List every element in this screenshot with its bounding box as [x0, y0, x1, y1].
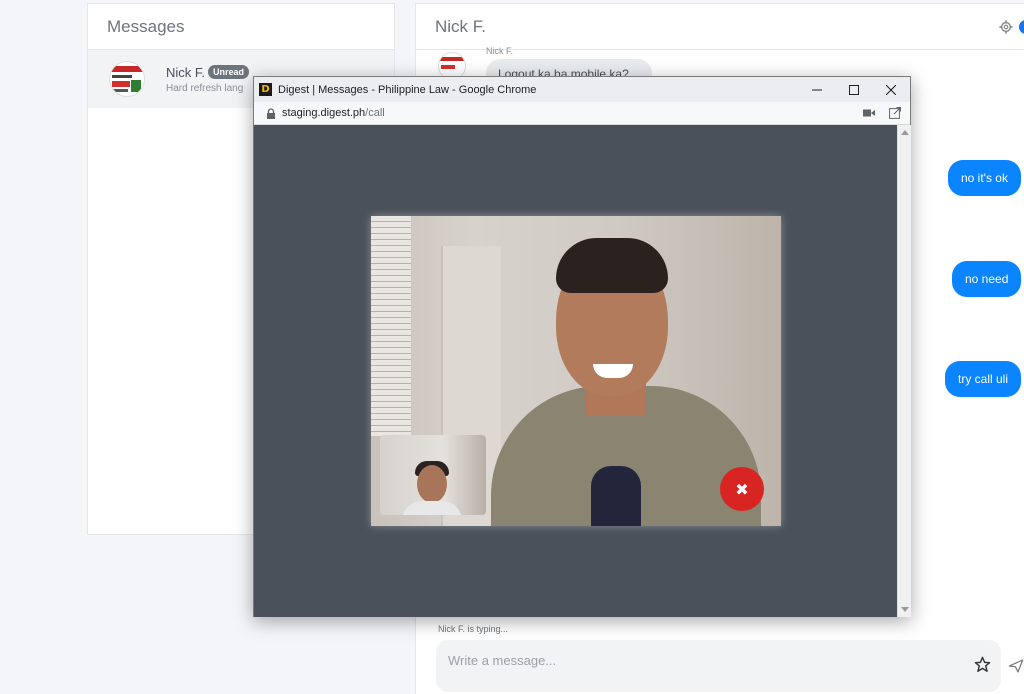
message-composer	[436, 640, 1001, 692]
window-blinds	[371, 216, 411, 436]
camera-icon[interactable]	[863, 108, 875, 118]
end-call-button[interactable]: ✖	[720, 467, 764, 511]
outgoing-message: no need	[952, 261, 1022, 297]
thread-text: Nick F. Unread Hard refresh lang	[166, 64, 250, 94]
thread-preview: Hard refresh lang	[166, 82, 244, 94]
thread-name: Nick F.	[166, 64, 205, 80]
outgoing-message: no it's ok	[948, 160, 1021, 196]
maximize-icon	[849, 84, 859, 95]
send-icon[interactable]	[1008, 658, 1024, 674]
typing-indicator: Nick F. is typing...	[438, 624, 509, 634]
lock-icon	[267, 107, 275, 119]
url-host: staging.digest.ph	[282, 107, 366, 119]
dark-object	[591, 466, 641, 526]
url-text: staging.digest.ph/call	[282, 107, 385, 119]
window-title: Digest | Messages - Philippine Law - Goo…	[278, 83, 537, 96]
message-input[interactable]	[436, 640, 956, 680]
star-icon[interactable]	[974, 656, 991, 673]
local-person-body	[402, 501, 462, 515]
unread-badge: Unread	[208, 65, 250, 79]
close-icon	[886, 84, 896, 95]
scroll-down-arrow-icon[interactable]	[901, 607, 909, 612]
address-bar[interactable]: staging.digest.ph/call	[254, 102, 910, 125]
local-video-preview[interactable]	[380, 435, 486, 515]
call-viewport: ✖	[254, 125, 897, 617]
gear-icon[interactable]	[999, 20, 1013, 34]
avatar	[109, 61, 145, 97]
sender-name: Nick F.	[486, 46, 513, 56]
minimize-button[interactable]	[799, 77, 835, 102]
close-button[interactable]	[873, 77, 909, 102]
minimize-icon	[812, 89, 822, 90]
scrollbar[interactable]	[897, 125, 911, 617]
maximize-button[interactable]	[836, 77, 872, 102]
chat-title: Nick F.	[435, 17, 486, 36]
open-external-icon[interactable]	[889, 107, 901, 119]
messages-title: Messages	[88, 4, 394, 50]
call-popup-window: D Digest | Messages - Philippine Law - G…	[253, 76, 911, 617]
scroll-up-arrow-icon[interactable]	[901, 130, 909, 135]
outgoing-message: try call uli	[945, 361, 1022, 397]
url-path: /call	[365, 107, 385, 119]
site-favicon: D	[259, 83, 272, 96]
window-titlebar[interactable]: D Digest | Messages - Philippine Law - G…	[254, 77, 910, 102]
help-icon[interactable]	[1019, 20, 1024, 34]
chat-header: Nick F.	[416, 4, 1024, 50]
local-person-head	[417, 465, 447, 503]
remote-person-hair	[556, 238, 668, 293]
